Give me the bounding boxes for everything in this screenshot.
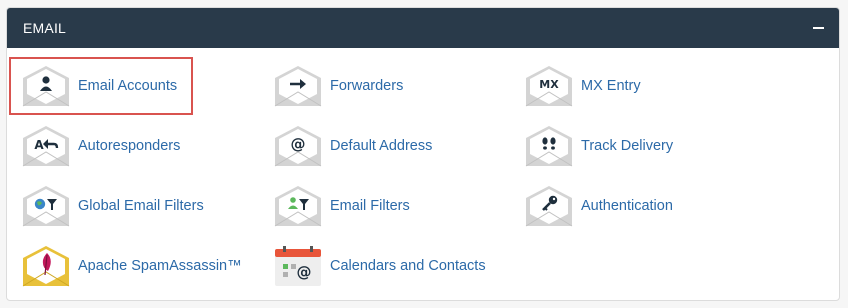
- svg-text:MX: MX: [539, 78, 559, 91]
- email-filters-label: Email Filters: [330, 198, 410, 214]
- arrow-envelope-icon: [273, 64, 323, 108]
- user-filter-envelope-icon: [273, 184, 323, 228]
- mx-envelope-icon: MX: [524, 64, 574, 108]
- mx-entry-link[interactable]: MX MX Entry: [524, 59, 641, 113]
- email-tools-grid: Email Accounts Forwarders MX MX Entry A …: [7, 48, 839, 300]
- email-accounts-link[interactable]: Email Accounts: [9, 57, 193, 115]
- autoresponders-label: Autoresponders: [78, 138, 181, 154]
- authentication-link[interactable]: Authentication: [524, 179, 673, 233]
- calendars-contacts-link[interactable]: @ Calendars and Contacts: [273, 239, 486, 293]
- panel-header: EMAIL: [7, 8, 839, 48]
- svg-text:@: @: [291, 135, 306, 153]
- feather-envelope-icon: [21, 244, 71, 288]
- key-envelope-icon: [524, 184, 574, 228]
- default-address-link[interactable]: @ Default Address: [273, 119, 432, 173]
- email-panel: EMAIL Email Accounts Forwarders MX MX En…: [6, 7, 840, 301]
- mx-entry-label: MX Entry: [581, 78, 641, 94]
- svg-text:@: @: [297, 263, 312, 281]
- apache-spamassassin-label: Apache SpamAssassin™: [78, 258, 242, 274]
- apache-spamassassin-link[interactable]: Apache SpamAssassin™: [21, 239, 242, 293]
- global-email-filters-label: Global Email Filters: [78, 198, 204, 214]
- forwarders-label: Forwarders: [330, 78, 404, 94]
- calendars-contacts-label: Calendars and Contacts: [330, 258, 486, 274]
- calendar-contacts-icon: @: [273, 244, 323, 288]
- email-filters-link[interactable]: Email Filters: [273, 179, 410, 233]
- global-email-filters-link[interactable]: Global Email Filters: [21, 179, 204, 233]
- forwarders-link[interactable]: Forwarders: [273, 59, 403, 113]
- svg-text:A: A: [34, 138, 44, 152]
- globe-filter-envelope-icon: [21, 184, 71, 228]
- collapse-panel-button[interactable]: [811, 21, 825, 35]
- user-envelope-icon: [21, 64, 71, 108]
- reply-envelope-icon: A: [21, 124, 71, 168]
- footprints-envelope-icon: [524, 124, 574, 168]
- default-address-label: Default Address: [330, 138, 433, 154]
- minus-icon: [812, 27, 824, 29]
- track-delivery-label: Track Delivery: [581, 138, 674, 154]
- email-accounts-label: Email Accounts: [78, 78, 178, 94]
- track-delivery-link[interactable]: Track Delivery: [524, 119, 673, 173]
- autoresponders-link[interactable]: A Autoresponders: [21, 119, 180, 173]
- panel-title: EMAIL: [23, 20, 67, 36]
- authentication-label: Authentication: [581, 198, 673, 214]
- at-envelope-icon: @: [273, 124, 323, 168]
